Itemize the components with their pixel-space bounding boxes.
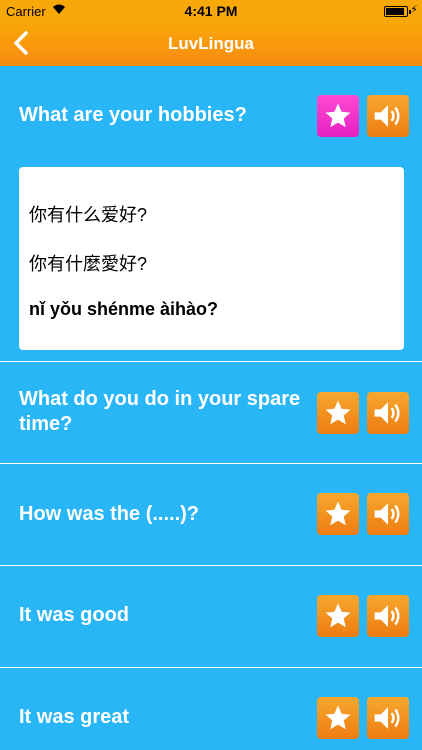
nav-bar: LuvLingua: [0, 22, 422, 66]
battery-icon: [384, 6, 411, 17]
phrase-row[interactable]: What do you do in your spare time?: [0, 362, 422, 464]
phrase-row[interactable]: What are your hobbies? 你有什么爱好? 你有什麼愛好? n…: [0, 66, 422, 362]
play-audio-button[interactable]: [367, 595, 409, 637]
translation-card: 你有什么爱好? 你有什麼愛好? nǐ yǒu shénme àihào?: [19, 167, 404, 350]
phrase-text: What do you do in your spare time?: [19, 387, 300, 437]
speaker-icon: [374, 105, 400, 127]
play-audio-button[interactable]: [367, 392, 409, 434]
phrase-text: It was good: [19, 604, 129, 626]
favorite-button[interactable]: [317, 95, 359, 137]
phrase-list: What are your hobbies? 你有什么爱好? 你有什麼愛好? n…: [0, 66, 422, 750]
favorite-button[interactable]: [317, 493, 359, 535]
translation-simplified: 你有什么爱好?: [29, 205, 148, 225]
star-icon: [325, 501, 351, 526]
favorite-button[interactable]: [317, 392, 359, 434]
status-bar: Carrier 4:41 PM ⚡: [0, 0, 422, 22]
phrase-text: It was great: [19, 706, 130, 728]
favorite-button[interactable]: [317, 697, 359, 739]
play-audio-button[interactable]: [367, 493, 409, 535]
speaker-icon: [374, 402, 400, 424]
phrase-row[interactable]: It was good: [0, 566, 422, 668]
star-icon: [325, 603, 351, 628]
translation-pinyin: nǐ yǒu shénme àihào?: [29, 299, 219, 319]
nav-title: LuvLingua: [168, 34, 254, 53]
phrase-text-line: time?: [19, 413, 73, 435]
play-audio-button[interactable]: [367, 697, 409, 739]
charging-icon: ⚡: [410, 4, 418, 16]
phrase-row[interactable]: How was the (.....)?: [0, 464, 422, 566]
star-icon: [325, 705, 351, 730]
status-time: 4:41 PM: [184, 3, 238, 19]
speaker-icon: [374, 605, 400, 627]
phrase-text: What are your hobbies?: [19, 104, 247, 126]
phrase-row[interactable]: It was great: [0, 668, 422, 750]
star-icon: [325, 400, 351, 425]
speaker-icon: [374, 707, 400, 729]
favorite-button[interactable]: [317, 595, 359, 637]
speaker-icon: [374, 503, 400, 525]
star-icon: [325, 103, 351, 128]
phrase-text: How was the (.....)?: [19, 503, 200, 525]
play-audio-button[interactable]: [367, 95, 409, 137]
translation-traditional: 你有什麼愛好?: [29, 254, 148, 274]
phrase-text-line: What do you do in your spare: [19, 388, 301, 410]
